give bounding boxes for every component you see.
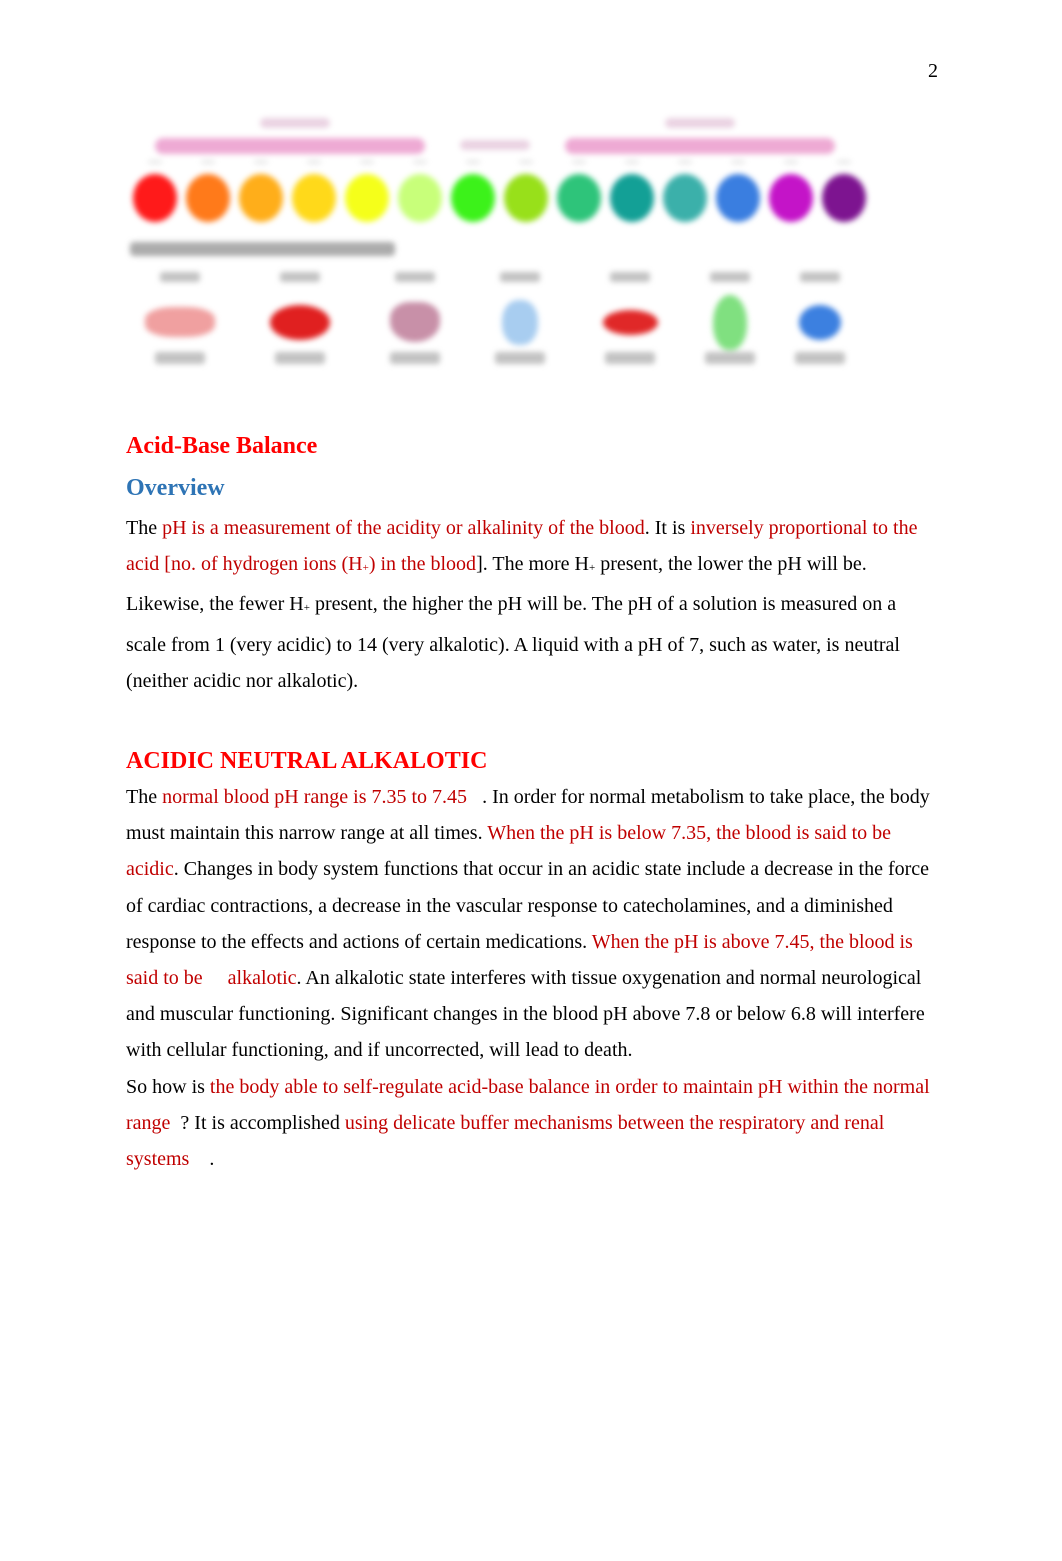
ph-value-label <box>625 160 639 164</box>
example-ph-label <box>710 272 750 282</box>
ph-color-circle <box>451 174 495 222</box>
page-number: 2 <box>928 60 938 82</box>
ph-value-label <box>307 160 321 164</box>
example-ph-label <box>280 272 320 282</box>
example-substance-icon <box>799 304 841 340</box>
ph-color-circle <box>557 174 601 222</box>
ph-example-item <box>135 267 225 392</box>
ph-value-label <box>360 160 374 164</box>
example-ph-label <box>800 272 840 282</box>
text: ? It is accomplished <box>170 1111 345 1134</box>
text: The <box>126 786 163 809</box>
example-ph-label <box>610 272 650 282</box>
example-substance-icon <box>602 309 658 335</box>
ph-color-circle <box>504 174 548 222</box>
example-caption <box>705 352 755 364</box>
text: ]. The more H <box>476 553 589 576</box>
alkaline-range-bar <box>565 138 835 154</box>
example-ph-label <box>395 272 435 282</box>
highlight-text: pH is a measurement of the acidity or al… <box>162 517 645 539</box>
ph-color-circle <box>663 174 707 222</box>
example-caption <box>155 352 205 364</box>
acidic-range-bar <box>155 138 425 154</box>
ph-example-item <box>370 267 460 392</box>
text: . It is <box>644 517 691 539</box>
ph-color-circle <box>345 174 389 222</box>
ph-value-label <box>784 160 798 164</box>
heading-acidic-neutral-alkalotic: ACIDIC NEUTRAL ALKALOTIC <box>126 748 488 775</box>
ph-value-label <box>466 160 480 164</box>
ph-value-label <box>201 160 215 164</box>
text: ) in the blood <box>368 553 477 576</box>
ph-value-label <box>837 160 851 164</box>
heading-overview: Overview <box>126 475 225 501</box>
example-caption <box>275 352 325 364</box>
ph-example-item <box>585 267 675 392</box>
ph-color-circle <box>822 174 866 222</box>
text: So how is <box>126 1075 210 1098</box>
example-caption <box>495 352 545 364</box>
overview-paragraph: The pH is a measurement of the acidity o… <box>126 510 934 699</box>
ph-example-item <box>255 267 345 392</box>
ph-color-circle <box>292 174 336 222</box>
ph-color-circle <box>239 174 283 222</box>
ph-color-circle <box>398 174 442 222</box>
ph-scale-figure <box>125 112 885 397</box>
ph-example-item <box>775 267 865 392</box>
example-ph-label <box>500 272 540 282</box>
alkaline-bar-label <box>665 118 735 128</box>
example-caption <box>390 352 440 364</box>
body-paragraph: The normal blood pH range is 7.35 to 7.4… <box>126 779 938 1177</box>
acidic-bar-label <box>260 118 330 128</box>
example-caption <box>795 352 845 364</box>
ph-value-label <box>148 160 162 164</box>
ph-color-circle <box>716 174 760 222</box>
example-substance-icon <box>145 307 215 337</box>
heading-acid-base-balance: Acid-Base Balance <box>126 433 318 459</box>
example-substance-icon <box>270 304 330 340</box>
figure-caption <box>130 242 395 256</box>
ph-color-circle <box>133 174 177 222</box>
document-body: Acid-Base Balance Overview The pH is a m… <box>126 428 946 1177</box>
highlight-text: normal blood pH range is 7.35 to 7.45 <box>162 786 468 809</box>
example-ph-label <box>160 272 200 282</box>
ph-color-circle <box>610 174 654 222</box>
ph-value-label <box>413 160 427 164</box>
example-caption <box>605 352 655 364</box>
example-substance-icon <box>713 294 747 350</box>
ph-value-label <box>572 160 586 164</box>
ph-color-circle <box>769 174 813 222</box>
example-substance-icon <box>502 299 538 345</box>
ph-value-label <box>519 160 533 164</box>
ph-color-circle <box>186 174 230 222</box>
ph-value-label <box>731 160 745 164</box>
ph-example-item <box>685 267 775 392</box>
neutral-label <box>460 140 530 150</box>
ph-value-label <box>678 160 692 164</box>
ph-value-label <box>254 160 268 164</box>
text: The <box>126 517 163 539</box>
text: . <box>189 1148 215 1171</box>
ph-example-item <box>475 267 565 392</box>
example-substance-icon <box>390 302 440 342</box>
